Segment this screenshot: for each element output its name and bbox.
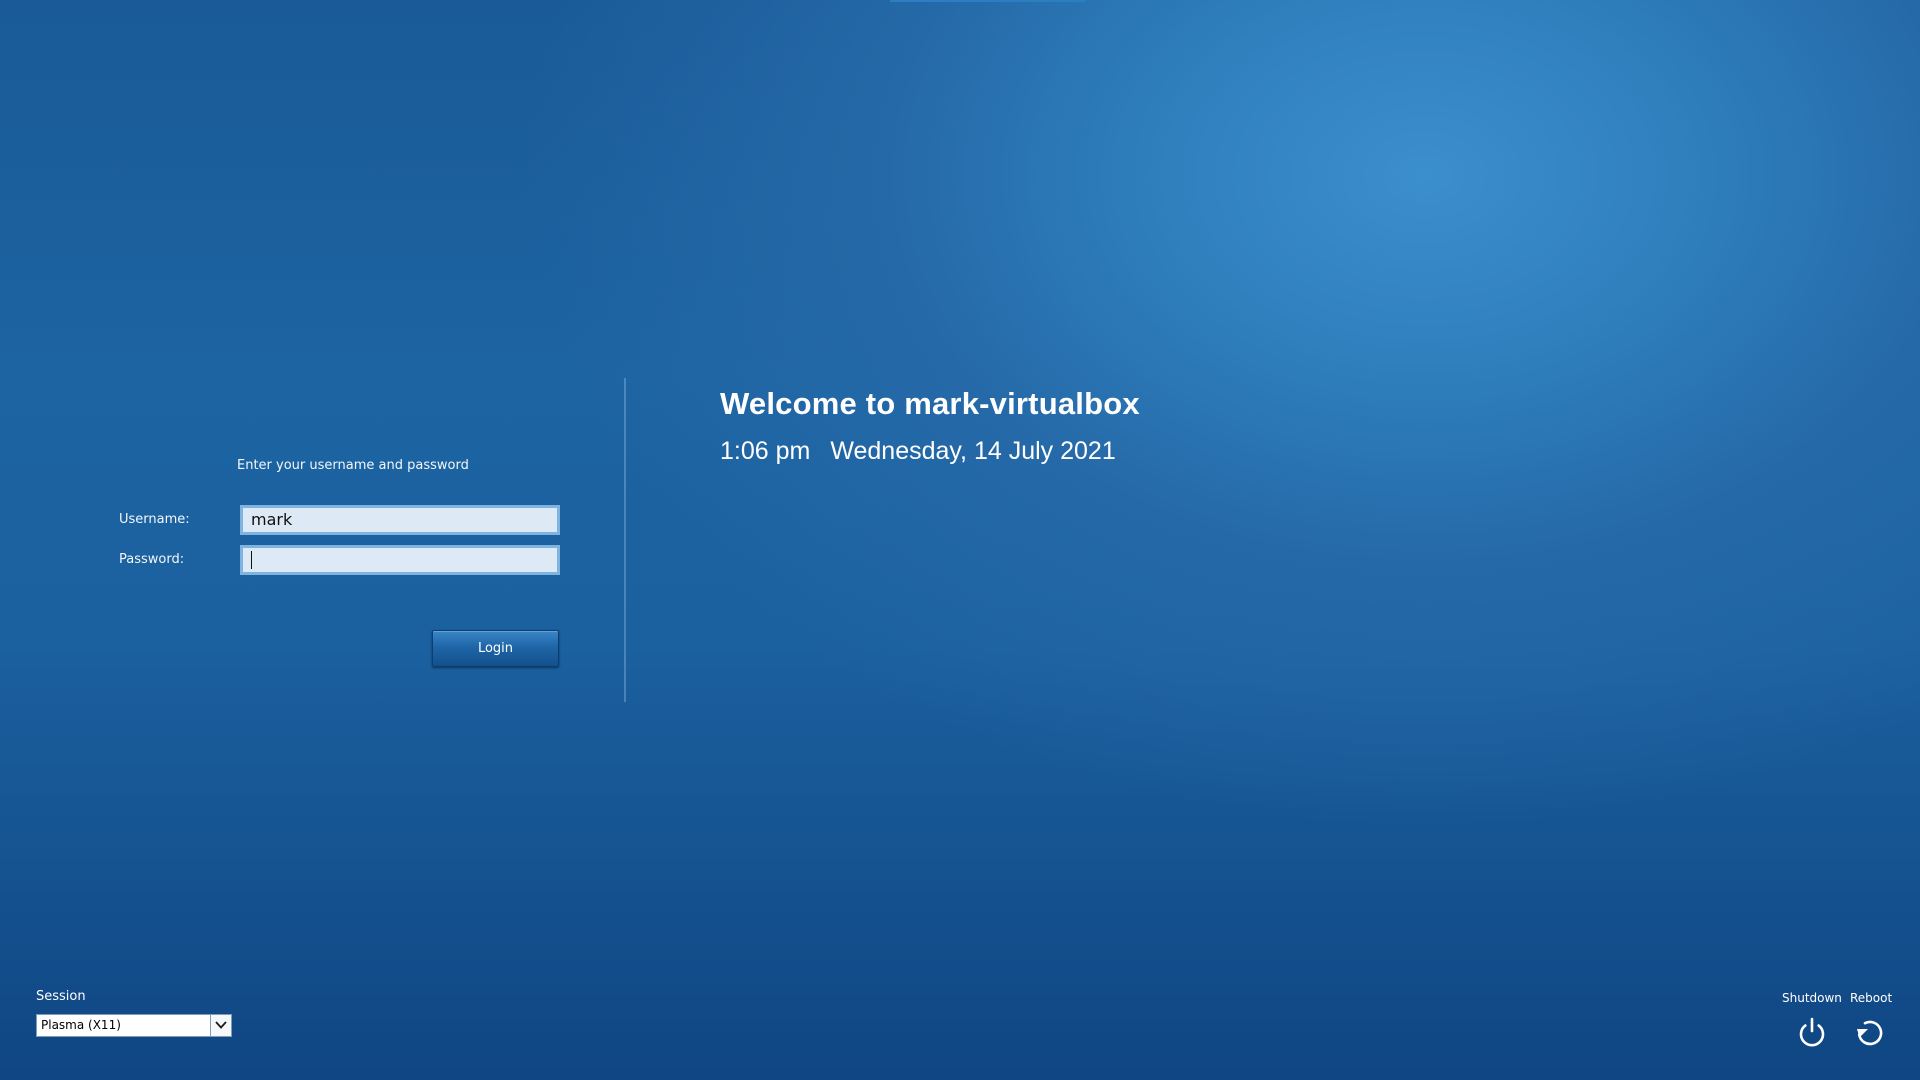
vertical-divider <box>624 378 626 702</box>
username-value: mark <box>251 510 293 529</box>
login-prompt: Enter your username and password <box>237 458 469 473</box>
reboot-label: Reboot <box>1850 991 1893 1005</box>
session-label: Session <box>36 989 86 1004</box>
username-field[interactable]: mark <box>240 505 560 535</box>
power-icon[interactable] <box>1795 1015 1829 1049</box>
session-select[interactable]: Plasma (X11) <box>36 1014 232 1037</box>
current-time: 1:06 pm <box>720 437 811 465</box>
username-label: Username: <box>119 512 190 527</box>
login-button[interactable]: Login <box>432 630 559 667</box>
password-label: Password: <box>119 552 185 567</box>
session-selected-value: Plasma (X11) <box>41 1018 121 1032</box>
current-date: Wednesday, 14 July 2021 <box>830 437 1116 465</box>
welcome-title: Welcome to mark-virtualbox <box>720 386 1140 421</box>
reboot-icon[interactable] <box>1853 1015 1887 1049</box>
shutdown-label: Shutdown <box>1782 991 1842 1005</box>
top-edge-marker <box>890 0 1085 2</box>
text-caret <box>251 550 252 569</box>
password-field[interactable] <box>240 545 560 575</box>
chevron-down-icon[interactable] <box>210 1015 231 1036</box>
clock-row: 1:06 pm Wednesday, 14 July 2021 <box>720 437 1116 466</box>
